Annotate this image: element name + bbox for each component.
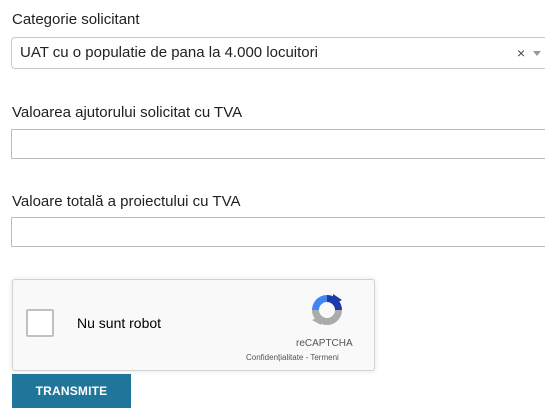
category-selected-value: UAT cu o populatie de pana la 4.000 locu… [20, 44, 318, 61]
recaptcha-checkbox-label: Nu sunt robot [77, 315, 162, 331]
aid-value-label: Valoarea ajutorului solicitat cu TVA [12, 104, 243, 121]
recaptcha-brand-text: reCAPTCHA [296, 338, 353, 349]
form-page: Categorie solicitant UAT cu o populatie … [0, 0, 545, 408]
submit-button[interactable]: TRANSMITE [12, 374, 131, 408]
recaptcha-logo-icon [312, 294, 342, 325]
recaptcha-checkbox[interactable] [26, 309, 54, 337]
recaptcha-privacy-terms-link[interactable]: Confidențialitate - Termeni [246, 353, 339, 362]
aid-value-input[interactable] [11, 129, 545, 159]
total-value-label: Valoare totală a proiectului cu TVA [12, 193, 241, 210]
clear-selection-icon[interactable]: × [517, 44, 525, 62]
category-select[interactable]: UAT cu o populatie de pana la 4.000 locu… [11, 37, 545, 69]
dropdown-arrow-icon[interactable] [533, 51, 541, 56]
recaptcha-widget: Nu sunt robot reCAPTCHA Confidențialitat… [12, 279, 375, 371]
category-label: Categorie solicitant [12, 11, 140, 28]
total-value-input[interactable] [11, 217, 545, 247]
